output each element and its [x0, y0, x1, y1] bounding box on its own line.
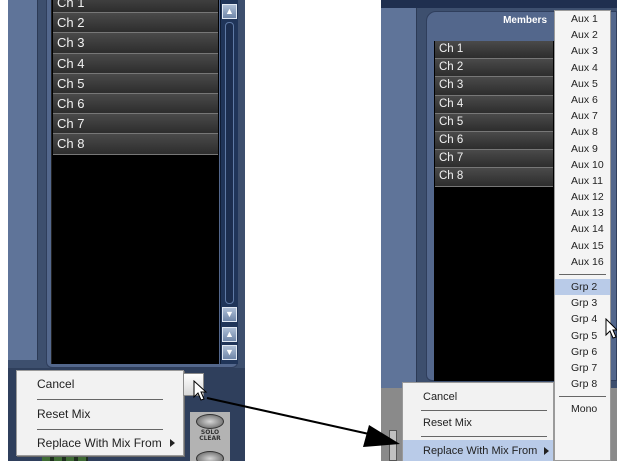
arrow-head-icon	[363, 425, 400, 447]
callout-arrow	[206, 397, 400, 447]
callout-line	[206, 397, 379, 437]
